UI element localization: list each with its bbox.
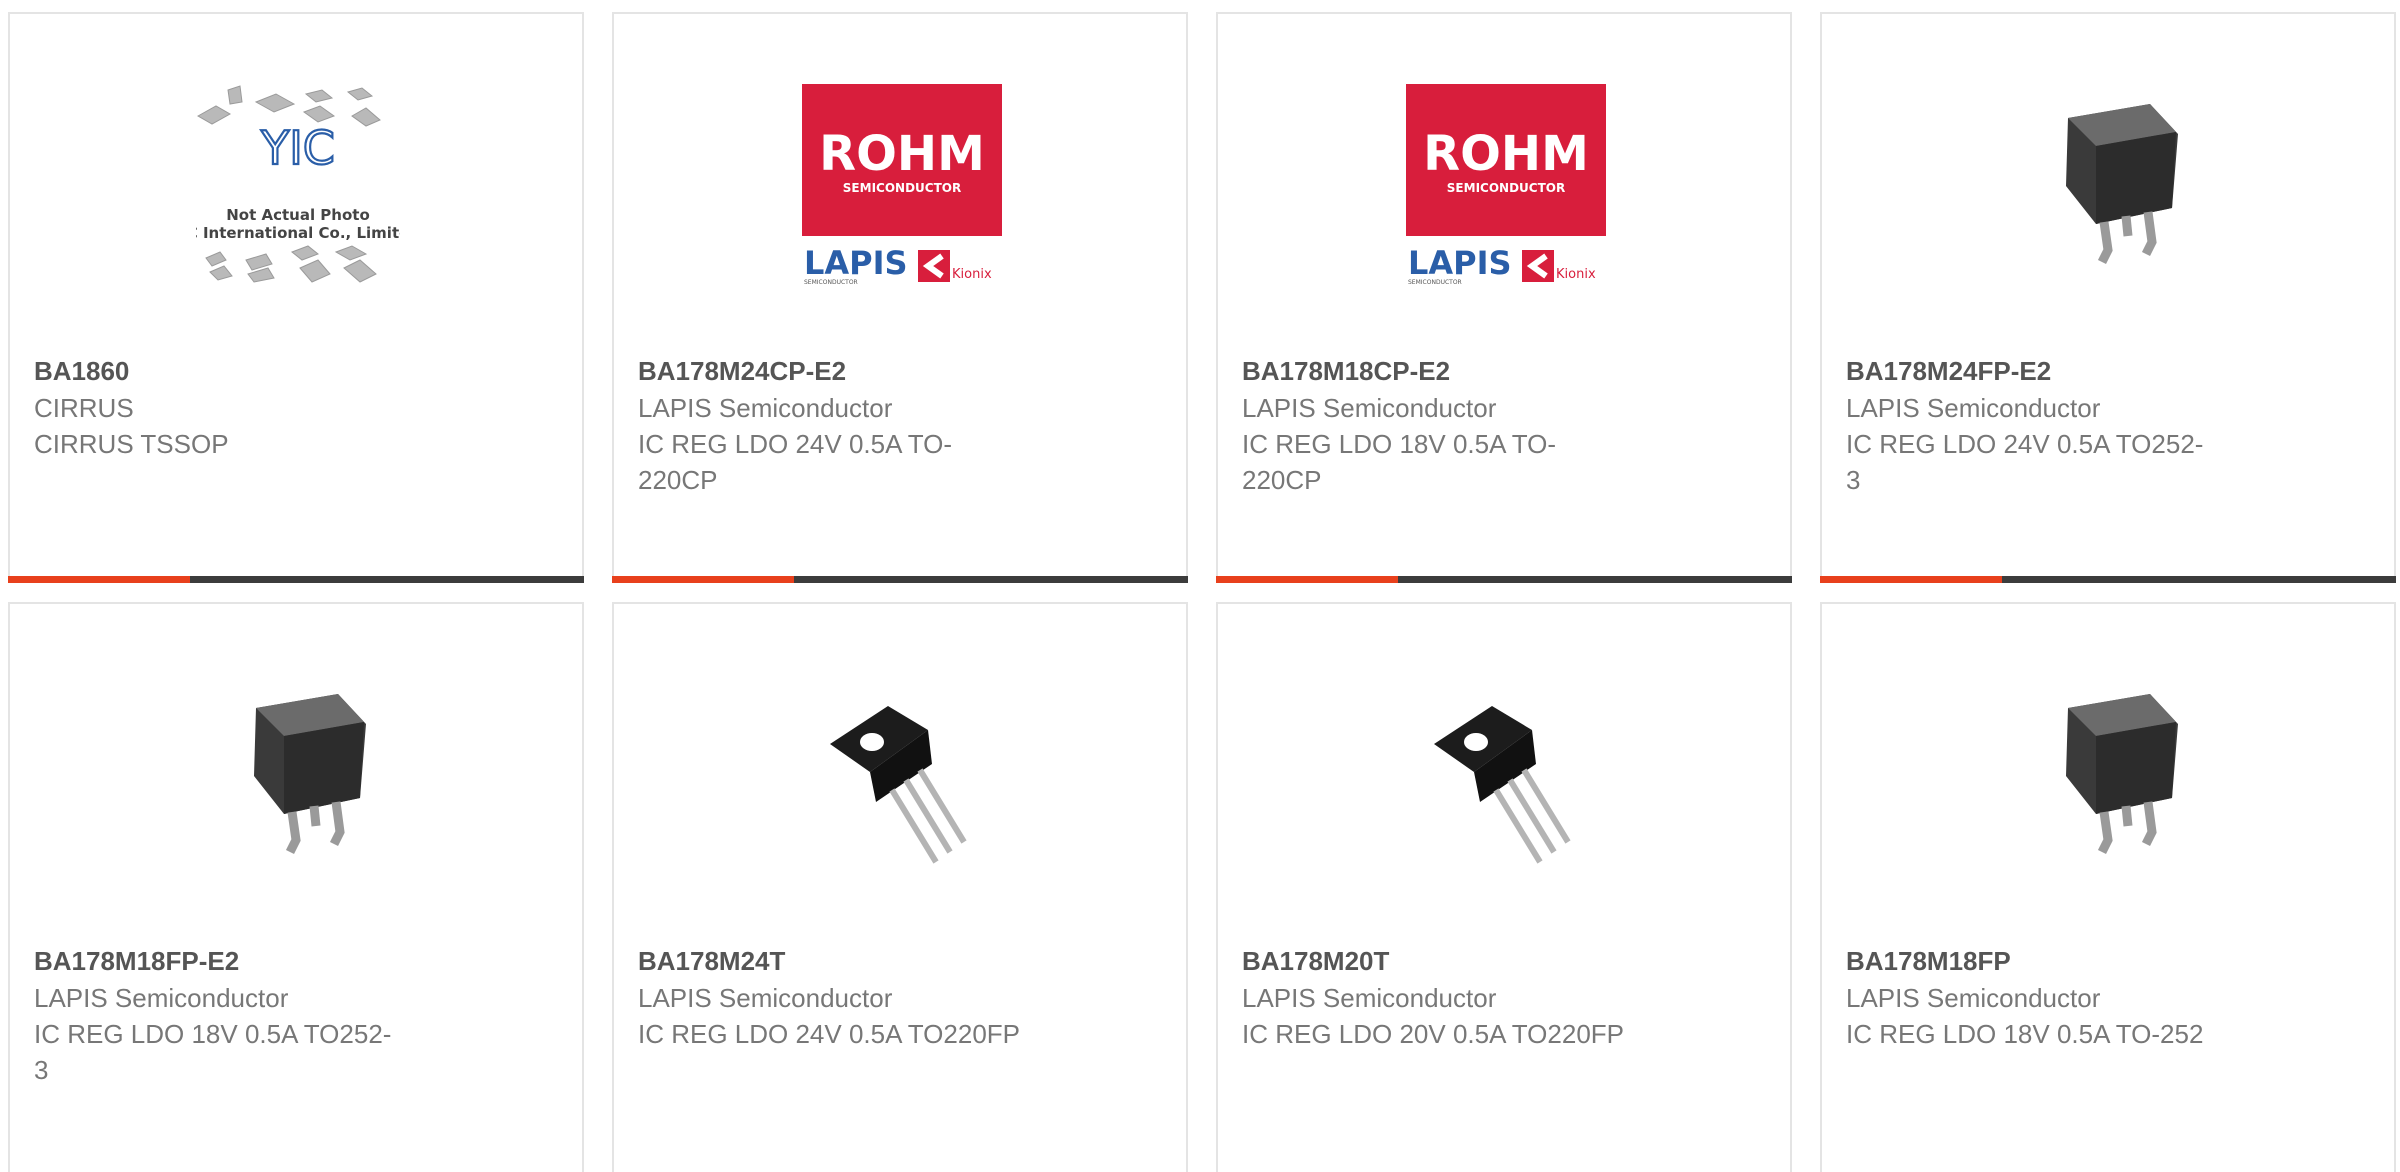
product-card[interactable]: BA178M24T LAPIS Semiconductor IC REG LDO…: [612, 602, 1188, 1172]
description: IC REG LDO 20V 0.5A TO220FP: [1242, 1019, 1625, 1049]
card-bottom-bar: [8, 576, 584, 583]
kionix-logo-text: Kionix: [952, 267, 992, 282]
kionix-logo-text: Kionix: [1556, 267, 1596, 282]
yic-logo-text: YIC: [260, 121, 335, 175]
description: IC REG LDO 24V 0.5A TO252-3: [1846, 429, 2204, 495]
description: IC REG LDO 24V 0.5A TO-220CP: [638, 429, 953, 495]
product-thumbnail[interactable]: [2008, 82, 2212, 286]
description: IC REG LDO 24V 0.5A TO220FP: [638, 1019, 1021, 1049]
description: CIRRUS TSSOP: [34, 429, 229, 459]
lapis-logo-text: LAPIS: [804, 244, 908, 282]
manufacturer: LAPIS Semiconductor: [1846, 393, 2101, 423]
product-meta: BA178M24T LAPIS Semiconductor IC REG LDO…: [638, 942, 1078, 1052]
product-thumbnail[interactable]: [196, 672, 400, 876]
manufacturer: LAPIS Semiconductor: [638, 393, 893, 423]
product-card[interactable]: YIC Not Actual Photo YIC International C…: [8, 12, 584, 583]
card-accent: [1820, 576, 2002, 583]
product-meta: BA178M18CP-E2 LAPIS Semiconductor IC REG…: [1242, 352, 1682, 498]
product-card[interactable]: ROHM SEMICONDUCTOR LAPIS SEMICONDUCTOR K…: [1216, 12, 1792, 583]
card-bottom-bar: [612, 576, 1188, 583]
rohm-lapis-logo-image: ROHM SEMICONDUCTOR LAPIS SEMICONDUCTOR K…: [802, 84, 1002, 286]
product-meta: BA1860 CIRRUS CIRRUS TSSOP: [34, 352, 474, 462]
product-thumbnail[interactable]: ROHM SEMICONDUCTOR LAPIS SEMICONDUCTOR K…: [1404, 82, 1608, 286]
manufacturer: LAPIS Semiconductor: [1846, 983, 2101, 1013]
card-accent: [1216, 576, 1398, 583]
part-number[interactable]: BA178M24CP-E2: [638, 352, 1078, 390]
part-number[interactable]: BA178M20T: [1242, 942, 1682, 980]
manufacturer: CIRRUS: [34, 393, 134, 423]
to252-package-image: [254, 694, 366, 855]
part-number[interactable]: BA178M24FP-E2: [1846, 352, 2286, 390]
lapis-logo-subtext: SEMICONDUCTOR: [804, 279, 858, 286]
product-meta: BA178M24CP-E2 LAPIS Semiconductor IC REG…: [638, 352, 1078, 498]
lapis-logo-subtext: SEMICONDUCTOR: [1408, 279, 1462, 286]
part-number[interactable]: BA178M18FP-E2: [34, 942, 474, 980]
product-card[interactable]: ROHM SEMICONDUCTOR LAPIS SEMICONDUCTOR K…: [612, 12, 1188, 583]
product-meta: BA178M24FP-E2 LAPIS Semiconductor IC REG…: [1846, 352, 2286, 498]
product-thumbnail[interactable]: ROHM SEMICONDUCTOR LAPIS SEMICONDUCTOR K…: [800, 82, 1004, 286]
rohm-logo-subtext: SEMICONDUCTOR: [1447, 181, 1565, 195]
yic-placeholder-image: YIC Not Actual Photo YIC International C…: [196, 85, 400, 283]
manufacturer: LAPIS Semiconductor: [34, 983, 289, 1013]
manufacturer: LAPIS Semiconductor: [1242, 983, 1497, 1013]
product-card[interactable]: BA178M18FP LAPIS Semiconductor IC REG LD…: [1820, 602, 2396, 1172]
to252-package-image: [2066, 694, 2178, 855]
manufacturer: LAPIS Semiconductor: [1242, 393, 1497, 423]
description: IC REG LDO 18V 0.5A TO-252: [1846, 1019, 2204, 1049]
product-thumbnail[interactable]: [800, 672, 1004, 876]
part-number[interactable]: BA178M24T: [638, 942, 1078, 980]
rohm-logo-text: ROHM: [1423, 126, 1589, 182]
placeholder-company: YIC International Co., Limited.: [196, 224, 400, 242]
product-meta: BA178M18FP LAPIS Semiconductor IC REG LD…: [1846, 942, 2286, 1052]
product-grid: YIC Not Actual Photo YIC International C…: [0, 0, 2400, 1172]
to220-package-image: [830, 706, 967, 864]
product-meta: BA178M18FP-E2 LAPIS Semiconductor IC REG…: [34, 942, 474, 1088]
description: IC REG LDO 18V 0.5A TO-220CP: [1242, 429, 1557, 495]
to252-package-image: [2066, 104, 2178, 265]
rohm-logo-text: ROHM: [819, 126, 985, 182]
lapis-logo-text: LAPIS: [1408, 244, 1512, 282]
product-card[interactable]: BA178M18FP-E2 LAPIS Semiconductor IC REG…: [8, 602, 584, 1172]
part-number[interactable]: BA1860: [34, 352, 474, 390]
product-thumbnail[interactable]: YIC Not Actual Photo YIC International C…: [196, 82, 400, 286]
placeholder-caption: Not Actual Photo: [226, 206, 370, 224]
manufacturer: LAPIS Semiconductor: [638, 983, 893, 1013]
part-number[interactable]: BA178M18FP: [1846, 942, 2286, 980]
card-accent: [612, 576, 794, 583]
product-card[interactable]: BA178M20T LAPIS Semiconductor IC REG LDO…: [1216, 602, 1792, 1172]
card-accent: [8, 576, 190, 583]
to220-package-image: [1434, 706, 1571, 864]
card-bottom-bar: [1820, 576, 2396, 583]
rohm-lapis-logo-image: ROHM SEMICONDUCTOR LAPIS SEMICONDUCTOR K…: [1406, 84, 1606, 286]
product-meta: BA178M20T LAPIS Semiconductor IC REG LDO…: [1242, 942, 1682, 1052]
product-thumbnail[interactable]: [1404, 672, 1608, 876]
product-thumbnail[interactable]: [2008, 672, 2212, 876]
card-bottom-bar: [1216, 576, 1792, 583]
product-card[interactable]: BA178M24FP-E2 LAPIS Semiconductor IC REG…: [1820, 12, 2396, 583]
description: IC REG LDO 18V 0.5A TO252-3: [34, 1019, 392, 1085]
rohm-logo-subtext: SEMICONDUCTOR: [843, 181, 961, 195]
part-number[interactable]: BA178M18CP-E2: [1242, 352, 1682, 390]
